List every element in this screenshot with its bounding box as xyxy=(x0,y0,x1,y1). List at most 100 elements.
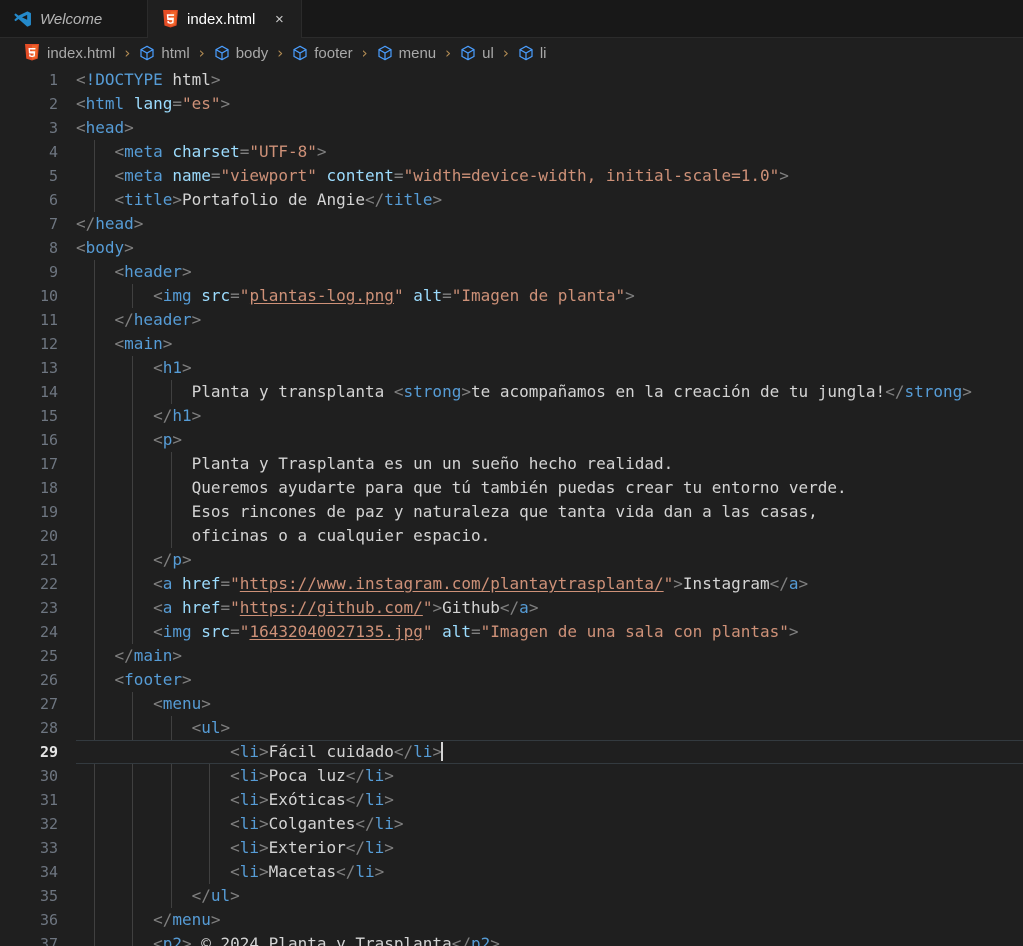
code-line[interactable]: 5 <meta name="viewport" content="width=d… xyxy=(0,164,1023,188)
breadcrumb-item-ul[interactable]: ul xyxy=(458,45,496,62)
code-line[interactable]: 22 <a href="https://www.instagram.com/pl… xyxy=(0,572,1023,596)
close-icon[interactable]: × xyxy=(271,11,287,27)
code-line[interactable]: 13 <h1> xyxy=(0,356,1023,380)
code-text[interactable]: </p> xyxy=(58,548,1023,572)
code-text[interactable]: <header> xyxy=(58,260,1023,284)
code-text[interactable]: <footer> xyxy=(58,668,1023,692)
code-text[interactable]: <main> xyxy=(58,332,1023,356)
code-text[interactable]: <img src="16432040027135.jpg" alt="Image… xyxy=(58,620,1023,644)
code-line[interactable]: 37 <p2> © 2024 Planta y Trasplanta</p2> xyxy=(0,932,1023,946)
code-line[interactable]: 12 <main> xyxy=(0,332,1023,356)
code-line[interactable]: 23 <a href="https://github.com/">Github<… xyxy=(0,596,1023,620)
code-text[interactable]: Esos rincones de paz y naturaleza que ta… xyxy=(58,500,1023,524)
code-line[interactable]: 6 <title>Portafolio de Angie</title> xyxy=(0,188,1023,212)
code-text[interactable]: <meta name="viewport" content="width=dev… xyxy=(58,164,1023,188)
code-token: </ xyxy=(769,574,789,593)
code-text[interactable]: <html lang="es"> xyxy=(58,92,1023,116)
code-line[interactable]: 34 <li>Macetas</li> xyxy=(0,860,1023,884)
code-line[interactable]: 16 <p> xyxy=(0,428,1023,452)
code-token: Exterior xyxy=(268,838,346,857)
code-line[interactable]: 8 <body> xyxy=(0,236,1023,260)
code-token: < xyxy=(153,598,163,617)
code-line[interactable]: 27 <menu> xyxy=(0,692,1023,716)
code-text[interactable]: <h1> xyxy=(58,356,1023,380)
code-text[interactable]: <head> xyxy=(58,116,1023,140)
code-text[interactable]: <a href="https://www.instagram.com/plant… xyxy=(58,572,1023,596)
code-text[interactable]: <li>Colgantes</li> xyxy=(58,812,1023,836)
code-text[interactable]: </header> xyxy=(58,308,1023,332)
code-text[interactable]: <img src="plantas-log.png" alt="Imagen d… xyxy=(58,284,1023,308)
code-line[interactable]: 24 <img src="16432040027135.jpg" alt="Im… xyxy=(0,620,1023,644)
breadcrumb-item-footer[interactable]: footer xyxy=(290,45,354,62)
code-line[interactable]: 9 <header> xyxy=(0,260,1023,284)
code-line[interactable]: 35 </ul> xyxy=(0,884,1023,908)
code-text[interactable]: <body> xyxy=(58,236,1023,260)
code-line[interactable]: 4 <meta charset="UTF-8"> xyxy=(0,140,1023,164)
code-editor[interactable]: 1 <!DOCTYPE html> 2 <html lang="es"> 3 <head>… xyxy=(0,68,1023,946)
code-line[interactable]: 28 <ul> xyxy=(0,716,1023,740)
line-number: 9 xyxy=(48,263,58,281)
code-text[interactable]: </h1> xyxy=(58,404,1023,428)
breadcrumb-item-html[interactable]: html xyxy=(137,45,191,62)
code-line[interactable]: 7 </head> xyxy=(0,212,1023,236)
code-text[interactable]: <li>Fácil cuidado</li> xyxy=(58,740,1023,764)
code-text[interactable]: <menu> xyxy=(58,692,1023,716)
code-line[interactable]: 36 </menu> xyxy=(0,908,1023,932)
code-text[interactable]: </menu> xyxy=(58,908,1023,932)
code-text[interactable]: <!DOCTYPE html> xyxy=(58,68,1023,92)
breadcrumb-item-li[interactable]: li xyxy=(516,45,549,62)
code-line[interactable]: 3 <head> xyxy=(0,116,1023,140)
code-line[interactable]: 25 </main> xyxy=(0,644,1023,668)
tab-index-html[interactable]: index.html × xyxy=(148,0,303,38)
code-text[interactable]: <p2> © 2024 Planta y Trasplanta</p2> xyxy=(58,932,1023,946)
code-line[interactable]: 31 <li>Exóticas</li> xyxy=(0,788,1023,812)
code-line[interactable]: 1 <!DOCTYPE html> xyxy=(0,68,1023,92)
tab-welcome[interactable]: Welcome xyxy=(0,0,148,38)
code-text[interactable]: <li>Exterior</li> xyxy=(58,836,1023,860)
code-token: > xyxy=(374,862,385,881)
code-text[interactable]: <ul> xyxy=(58,716,1023,740)
code-text[interactable]: Planta y Trasplanta es un un sueño hecho… xyxy=(58,452,1023,476)
breadcrumb-item-menu[interactable]: menu xyxy=(375,45,439,62)
code-text[interactable]: Planta y transplanta <strong>te acompaña… xyxy=(58,380,1023,404)
code-text[interactable]: <li>Macetas</li> xyxy=(58,860,1023,884)
code-line[interactable]: 10 <img src="plantas-log.png" alt="Image… xyxy=(0,284,1023,308)
code-token: > xyxy=(490,934,500,946)
code-line[interactable]: 30 <li>Poca luz</li> xyxy=(0,764,1023,788)
code-token: "width=device-width, initial-scale=1.0" xyxy=(403,166,780,185)
code-token: " xyxy=(663,574,674,593)
code-line[interactable]: 21 </p> xyxy=(0,548,1023,572)
code-line[interactable]: 15 </h1> xyxy=(0,404,1023,428)
code-line[interactable]: 20 oficinas o a cualquier espacio. xyxy=(0,524,1023,548)
code-text[interactable]: <title>Portafolio de Angie</title> xyxy=(58,188,1023,212)
code-text[interactable]: <p> xyxy=(58,428,1023,452)
code-line[interactable]: 14 Planta y transplanta <strong>te acomp… xyxy=(0,380,1023,404)
code-text[interactable]: </ul> xyxy=(58,884,1023,908)
code-token: < xyxy=(114,334,125,353)
breadcrumb-item-body[interactable]: body xyxy=(212,45,271,62)
code-line[interactable]: 17 Planta y Trasplanta es un un sueño he… xyxy=(0,452,1023,476)
code-text[interactable]: <li>Poca luz</li> xyxy=(58,764,1023,788)
breadcrumb-label: li xyxy=(539,44,547,62)
line-number: 7 xyxy=(48,215,58,233)
code-line[interactable]: 18 Queremos ayudarte para que tú también… xyxy=(0,476,1023,500)
code-text[interactable]: Queremos ayudarte para que tú también pu… xyxy=(58,476,1023,500)
code-line[interactable]: 2 <html lang="es"> xyxy=(0,92,1023,116)
code-line[interactable]: 33 <li>Exterior</li> xyxy=(0,836,1023,860)
code-text[interactable]: </main> xyxy=(58,644,1023,668)
code-text[interactable]: oficinas o a cualquier espacio. xyxy=(58,524,1023,548)
code-line[interactable]: 32 <li>Colgantes</li> xyxy=(0,812,1023,836)
code-lines[interactable]: 1 <!DOCTYPE html> 2 <html lang="es"> 3 <head>… xyxy=(0,68,1023,946)
code-line[interactable]: 19 Esos rincones de paz y naturaleza que… xyxy=(0,500,1023,524)
breadcrumb-item-file[interactable]: index.html xyxy=(22,44,117,62)
code-text[interactable]: <li>Exóticas</li> xyxy=(58,788,1023,812)
code-line[interactable]: 11 </header> xyxy=(0,308,1023,332)
code-text[interactable]: <meta charset="UTF-8"> xyxy=(58,140,1023,164)
code-line[interactable]: 26 <footer> xyxy=(0,668,1023,692)
code-token: li xyxy=(374,814,394,833)
code-token: Macetas xyxy=(268,862,337,881)
code-line[interactable]: 29 <li>Fácil cuidado</li> xyxy=(0,740,1023,764)
code-text[interactable]: </head> xyxy=(58,212,1023,236)
code-text[interactable]: <a href="https://github.com/">Github</a> xyxy=(58,596,1023,620)
